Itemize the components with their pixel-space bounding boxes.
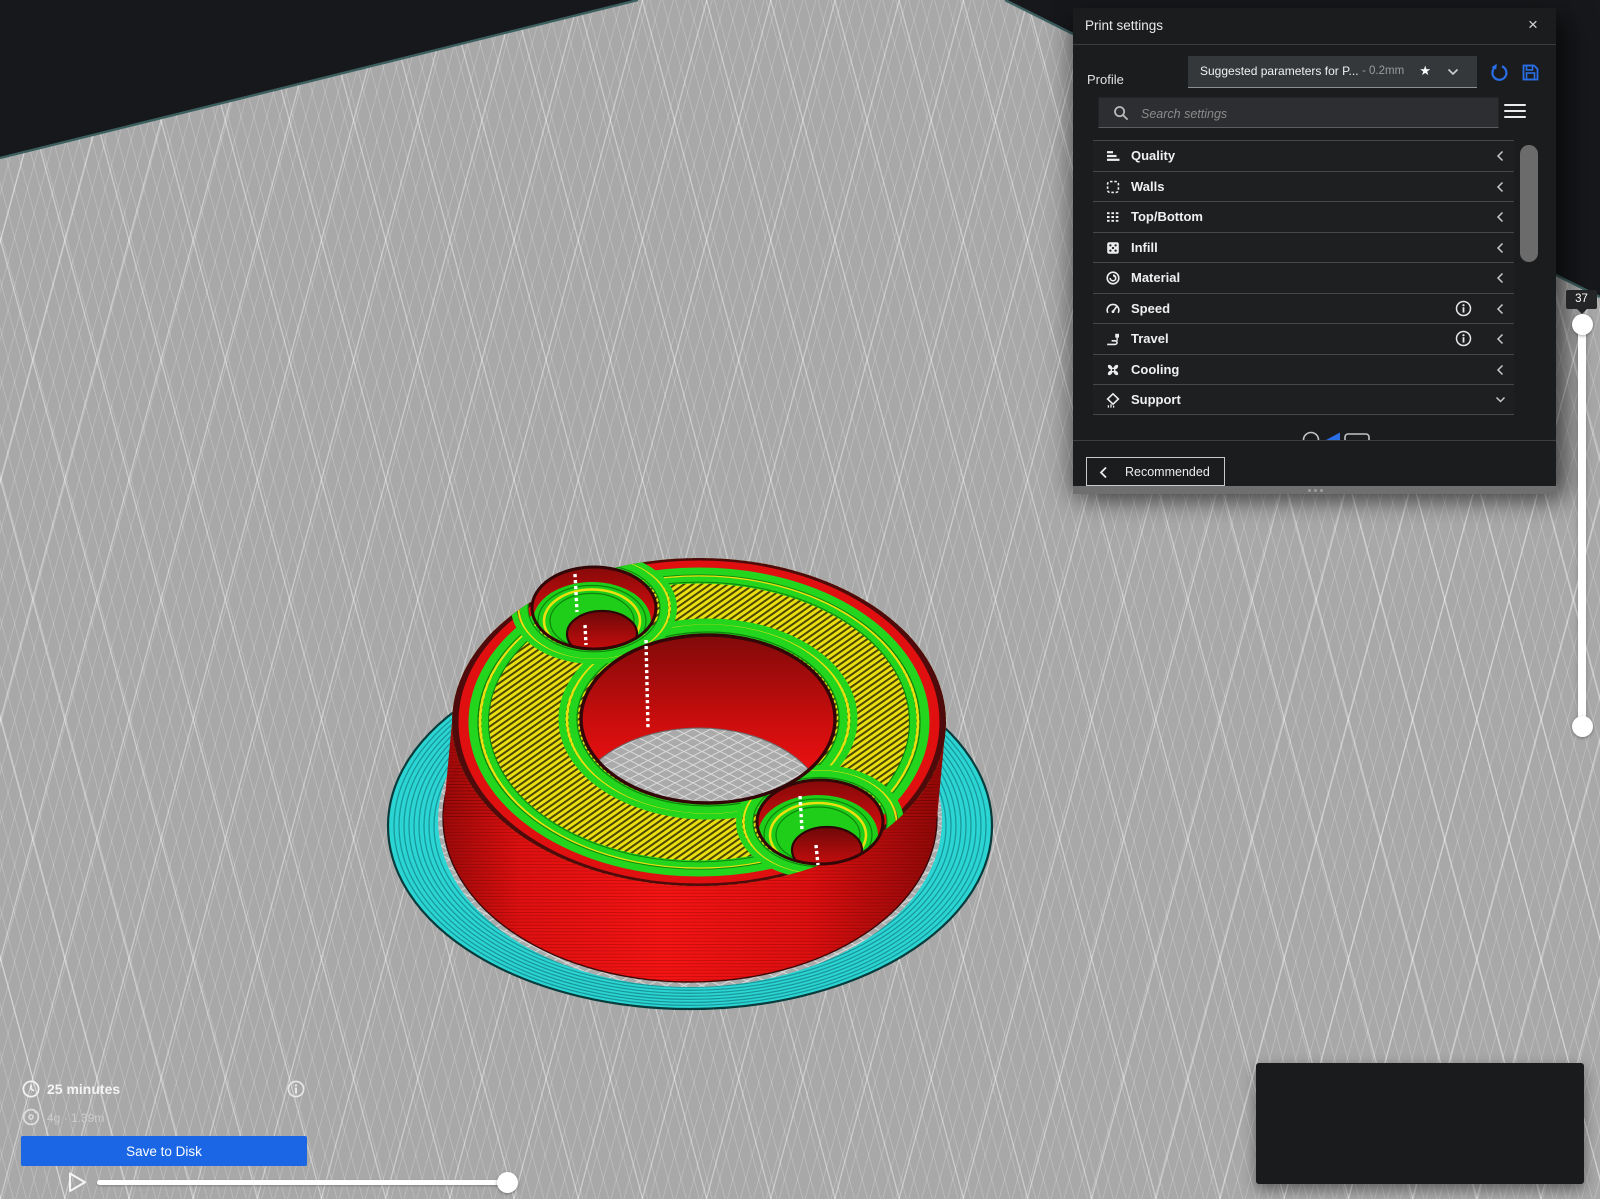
settings-category-label: Cooling bbox=[1131, 361, 1180, 377]
chevron-left-icon[interactable] bbox=[1495, 303, 1506, 315]
infill-icon bbox=[1105, 240, 1121, 256]
path-timeline-track[interactable] bbox=[97, 1180, 513, 1185]
settings-category-label: Speed bbox=[1131, 300, 1171, 316]
settings-category-material[interactable]: Material bbox=[1093, 262, 1514, 293]
material-icon bbox=[1105, 270, 1121, 286]
reset-profile-icon[interactable] bbox=[1490, 63, 1509, 82]
cura-preview-viewport: Print settings × Profile Suggested param… bbox=[0, 0, 1600, 1199]
chevron-left-icon[interactable] bbox=[1495, 272, 1506, 284]
clipped-setting-row bbox=[1073, 424, 1556, 440]
settings-category-support[interactable]: Support bbox=[1093, 384, 1514, 415]
profile-label: Profile bbox=[1087, 72, 1124, 87]
walls-icon bbox=[1105, 179, 1121, 195]
material-usage-estimate: 4g · 1.39m bbox=[47, 1111, 105, 1125]
panel-footer: Recommended bbox=[1073, 440, 1556, 487]
profile-dropdown[interactable]: Suggested parameters for P... - 0.2mm ★ bbox=[1188, 56, 1477, 88]
settings-category-travel[interactable]: Travel bbox=[1093, 323, 1514, 354]
profile-selected-value: Suggested parameters for P... bbox=[1200, 64, 1359, 78]
speed-icon bbox=[1105, 301, 1121, 317]
layer-slider-upper-handle[interactable] bbox=[1572, 314, 1593, 335]
travel-icon bbox=[1105, 331, 1121, 347]
material-spool-icon bbox=[22, 1108, 40, 1126]
panel-resize-grip[interactable] bbox=[1073, 486, 1556, 494]
chevron-left-icon[interactable] bbox=[1495, 181, 1506, 193]
settings-category-top-bottom[interactable]: Top/Bottom bbox=[1093, 201, 1514, 232]
settings-category-label: Material bbox=[1131, 270, 1181, 286]
recommended-label: Recommended bbox=[1125, 465, 1210, 479]
chevron-left-icon[interactable] bbox=[1495, 211, 1506, 223]
settings-category-cooling[interactable]: Cooling bbox=[1093, 353, 1514, 385]
chevron-down-icon bbox=[1447, 68, 1459, 76]
quality-icon bbox=[1105, 148, 1121, 164]
settings-category-label: Walls bbox=[1131, 178, 1165, 194]
support-icon bbox=[1105, 392, 1121, 408]
settings-category-label: Support bbox=[1131, 392, 1181, 408]
profile-variant-value: - 0.2mm bbox=[1362, 65, 1405, 77]
save-to-disk-button[interactable]: Save to Disk bbox=[21, 1136, 307, 1166]
panel-title: Print settings bbox=[1085, 18, 1164, 33]
panel-titlebar: Print settings × bbox=[1073, 8, 1556, 45]
top-bottom-icon bbox=[1105, 209, 1121, 225]
recommended-mode-button[interactable]: Recommended bbox=[1086, 457, 1225, 486]
layer-slider-lower-handle[interactable] bbox=[1572, 716, 1593, 737]
settings-category-label: Quality bbox=[1131, 148, 1176, 163]
star-icon[interactable]: ★ bbox=[1419, 63, 1431, 79]
settings-category-list: Quality Walls Top/Bottom Infill Material Spee… bbox=[1093, 140, 1514, 415]
settings-category-speed[interactable]: Speed bbox=[1093, 292, 1514, 324]
search-input[interactable] bbox=[1139, 102, 1483, 125]
settings-category-quality[interactable]: Quality bbox=[1093, 140, 1514, 171]
current-layer-badge: 37 bbox=[1566, 290, 1597, 314]
info-icon[interactable] bbox=[1455, 300, 1472, 317]
info-icon[interactable] bbox=[287, 1080, 305, 1098]
print-time-estimate: 25 minutes bbox=[47, 1081, 121, 1097]
close-icon[interactable]: × bbox=[1522, 14, 1544, 36]
settings-category-walls[interactable]: Walls bbox=[1093, 170, 1514, 202]
search-settings-box[interactable] bbox=[1098, 97, 1499, 128]
chevron-left-icon[interactable] bbox=[1495, 150, 1506, 162]
chevron-left-icon[interactable] bbox=[1495, 333, 1506, 345]
settings-scrollbar[interactable] bbox=[1520, 145, 1538, 262]
hamburger-menu-icon[interactable] bbox=[1504, 104, 1526, 122]
chevron-left-icon[interactable] bbox=[1495, 242, 1506, 254]
info-icon[interactable] bbox=[1455, 330, 1472, 347]
chevron-down-icon[interactable] bbox=[1495, 394, 1506, 406]
print-job-card bbox=[1256, 1063, 1584, 1184]
print-settings-panel: Print settings × Profile Suggested param… bbox=[1073, 8, 1556, 486]
search-icon bbox=[1112, 104, 1131, 123]
chevron-left-icon bbox=[1099, 466, 1108, 479]
settings-category-label: Top/Bottom bbox=[1131, 209, 1203, 225]
settings-category-label: Infill bbox=[1131, 239, 1158, 255]
play-button[interactable] bbox=[68, 1172, 88, 1193]
settings-category-infill[interactable]: Infill bbox=[1093, 231, 1514, 263]
cooling-icon bbox=[1105, 362, 1121, 378]
layer-slider-track[interactable] bbox=[1578, 322, 1586, 728]
chevron-left-icon[interactable] bbox=[1495, 364, 1506, 376]
path-timeline-handle[interactable] bbox=[497, 1172, 518, 1193]
save-profile-icon[interactable] bbox=[1521, 63, 1540, 82]
settings-category-label: Travel bbox=[1131, 331, 1169, 347]
clock-icon bbox=[22, 1080, 40, 1098]
